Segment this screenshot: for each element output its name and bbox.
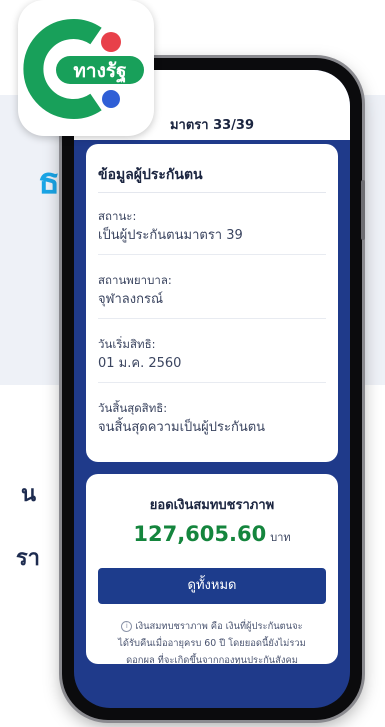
insured-info-title: ข้อมูลผู้ประกันตน bbox=[98, 167, 203, 183]
divider bbox=[98, 382, 326, 383]
insured-info-card: ข้อมูลผู้ประกันตน สถานะ: เป็นผู้ประกันตน… bbox=[86, 144, 338, 462]
currency-unit: บาท bbox=[270, 531, 291, 544]
background-text-fragment-2: รา bbox=[15, 546, 40, 571]
amount-row: 127,605.60 บาท bbox=[86, 522, 338, 546]
hospital-value: จุฬาลงกรณ์ bbox=[98, 292, 164, 307]
app-brand-text: ทางรัฐ bbox=[73, 60, 126, 84]
divider bbox=[98, 254, 326, 255]
view-all-button[interactable]: ดูทั้งหมด bbox=[98, 568, 326, 604]
phone-frame: มาตรา 33/39 ข้อมูลผู้ประกันตน สถานะ: เป็… bbox=[62, 58, 365, 720]
hospital-label: สถานพยาบาล: bbox=[98, 273, 172, 287]
divider bbox=[98, 192, 326, 193]
background-text-fragment-1: น bbox=[20, 482, 36, 507]
app-logo-icon: ทางรัฐ bbox=[23, 19, 144, 119]
note-line-3: ดอกผล ที่จะเกิดขึ้นจากกองทุนประกันสังคม bbox=[126, 655, 298, 666]
end-date-value: จนสิ้นสุดความเป็นผู้ประกันตน bbox=[98, 420, 266, 435]
divider bbox=[98, 318, 326, 319]
start-date-value: 01 ม.ค. 2560 bbox=[98, 356, 182, 371]
pension-amount: 127,605.60 bbox=[133, 522, 267, 546]
phone-screen: มาตรา 33/39 ข้อมูลผู้ประกันตน สถานะ: เป็… bbox=[74, 70, 350, 708]
hospital-field: สถานพยาบาล: จุฬาลงกรณ์ bbox=[98, 272, 326, 319]
end-date-label: วันสิ้นสุดสิทธิ: bbox=[98, 401, 168, 415]
start-date-label: วันเริ่มสิทธิ: bbox=[98, 337, 156, 351]
status-value: เป็นผู้ประกันตนมาตรา 39 bbox=[98, 228, 243, 243]
status-field: สถานะ: เป็นผู้ประกันตนมาตรา 39 bbox=[98, 208, 326, 255]
pension-contribution-card: ยอดเงินสมทบชราภาพ 127,605.60 บาท ดูทั้งหม… bbox=[86, 474, 338, 666]
tangrat-app-icon: ทางรัฐ bbox=[18, 0, 154, 136]
note-line-1: เงินสมทบชราภาพ คือ เงินที่ผู้ประกันตนจะ bbox=[135, 621, 303, 632]
background-heading-fragment: ธ bbox=[38, 161, 60, 202]
note-line-2: ได้รับคืนเมื่ออายุครบ 60 ปี โดยยอดนี้ยัง… bbox=[118, 638, 306, 649]
info-icon: i bbox=[121, 621, 133, 632]
status-label: สถานะ: bbox=[98, 209, 137, 223]
start-date-field: วันเริ่มสิทธิ: 01 ม.ค. 2560 bbox=[98, 336, 326, 383]
pension-card-title: ยอดเงินสมทบชราภาพ bbox=[149, 498, 275, 513]
phone-side-button bbox=[361, 180, 365, 240]
end-date-field: วันสิ้นสุดสิทธิ: จนสิ้นสุดความเป็นผู้ประ… bbox=[98, 400, 326, 438]
pension-note: i เงินสมทบชราภาพ คือ เงินที่ผู้ประกันตนจะ… bbox=[94, 618, 330, 669]
